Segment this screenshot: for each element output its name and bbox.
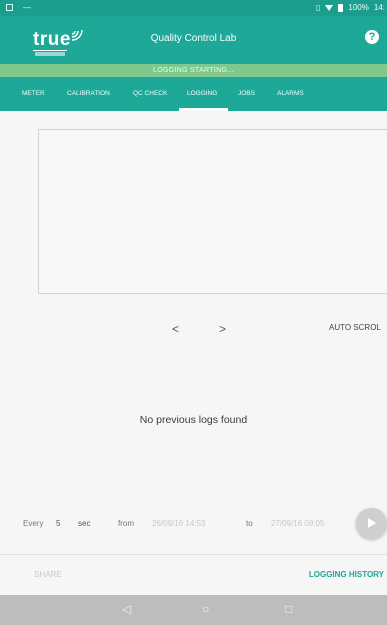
- interval-value[interactable]: 5: [56, 519, 60, 528]
- interval-unit[interactable]: sec: [78, 519, 90, 528]
- tab-calibration[interactable]: CALIBRATION: [67, 77, 110, 111]
- from-label: from: [118, 519, 134, 528]
- home-icon[interactable]: ○: [202, 602, 209, 616]
- tab-bar: METER CALIBRATION QC CHECK LOGGING JOBS …: [0, 77, 387, 111]
- log-graph[interactable]: [38, 129, 387, 294]
- to-label: to: [246, 519, 253, 528]
- clock: 14:: [373, 3, 385, 12]
- play-icon: [368, 518, 376, 528]
- from-datetime[interactable]: 26/09/16 14:53: [152, 519, 205, 528]
- tab-meter[interactable]: METER: [22, 77, 45, 111]
- tab-jobs[interactable]: JOBS: [238, 77, 255, 111]
- wifi-icon: [325, 4, 334, 11]
- screenshot-icon: [6, 4, 13, 11]
- battery-level: 100%: [348, 3, 369, 12]
- tab-alarms[interactable]: ALARMS: [277, 77, 304, 111]
- active-tab-indicator: [179, 108, 228, 111]
- logging-history-button[interactable]: LOGGING HISTORY: [309, 570, 384, 579]
- notification-icon: —: [23, 3, 31, 12]
- previous-button[interactable]: <: [172, 322, 179, 336]
- share-button[interactable]: SHARE: [34, 570, 62, 579]
- status-bar: — ▯ 100% 14:: [0, 0, 387, 16]
- tab-qc-check[interactable]: QC CHECK: [133, 77, 167, 111]
- action-bar: SHARE LOGGING HISTORY: [0, 555, 387, 595]
- vibrate-icon: ▯: [316, 3, 321, 12]
- start-logging-button[interactable]: [356, 508, 387, 539]
- logging-settings-row: Every 5 sec from 26/09/16 14:53 to 27/09…: [0, 513, 387, 535]
- help-button[interactable]: ?: [365, 30, 379, 44]
- page-title: Quality Control Lab: [150, 33, 237, 44]
- auto-scroll-toggle[interactable]: AUTO SCROL: [329, 323, 381, 332]
- back-icon[interactable]: ◁: [122, 602, 131, 616]
- tab-logging[interactable]: LOGGING: [187, 77, 217, 111]
- to-datetime[interactable]: 27/09/16 09:05: [271, 519, 324, 528]
- recents-icon[interactable]: □: [285, 602, 292, 616]
- battery-icon: [338, 3, 344, 12]
- next-button[interactable]: >: [219, 322, 226, 336]
- every-label: Every: [23, 519, 44, 528]
- app-bar: true Quality Control Lab ?: [0, 16, 387, 64]
- logging-status-banner: LOGGING STARTING...: [0, 64, 387, 77]
- empty-logs-message: No previous logs found: [139, 414, 248, 426]
- system-nav-bar: ◁ ○ □: [0, 595, 387, 625]
